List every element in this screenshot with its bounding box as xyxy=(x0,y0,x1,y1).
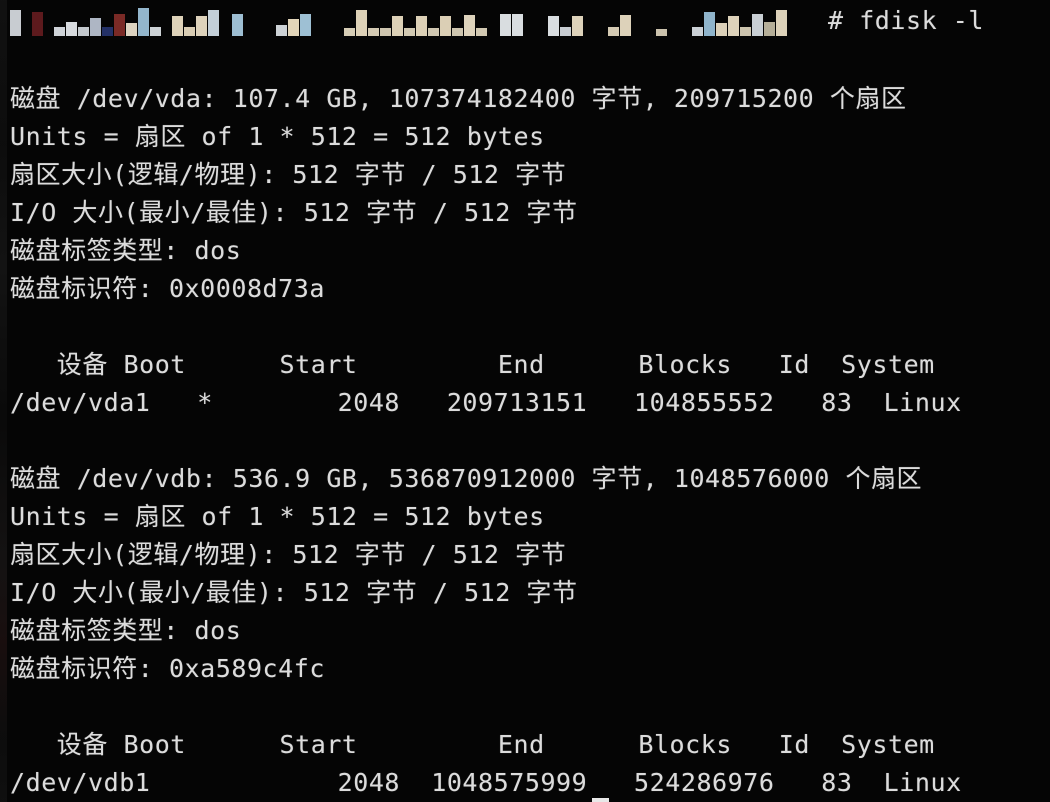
mosaic-block xyxy=(620,15,631,36)
terminal-line: 磁盘标签类型: dos xyxy=(10,616,242,645)
mosaic-block xyxy=(776,10,787,36)
mosaic-block xyxy=(114,14,125,36)
mosaic-block xyxy=(138,8,149,36)
mosaic-block xyxy=(196,16,207,36)
mosaic-block xyxy=(54,27,65,36)
mosaic-block xyxy=(452,28,463,36)
terminal-line: 扇区大小(逻辑/物理): 512 字节 / 512 字节 xyxy=(10,160,567,189)
mosaic-block xyxy=(656,29,667,36)
terminal-line: Units = 扇区 of 1 * 512 = 512 bytes xyxy=(10,502,545,531)
mosaic-block xyxy=(78,27,89,36)
mosaic-block xyxy=(10,10,21,36)
terminal-line: Units = 扇区 of 1 * 512 = 512 bytes xyxy=(10,122,545,151)
mosaic-block xyxy=(32,12,43,36)
mosaic-block xyxy=(416,16,427,36)
mosaic-block xyxy=(184,27,195,36)
mosaic-block xyxy=(608,27,619,36)
mosaic-block xyxy=(90,18,101,36)
mosaic-block xyxy=(66,22,77,36)
mosaic-block xyxy=(512,14,523,36)
terminal-line: /dev/vda1 * 2048 209713151 104855552 83 … xyxy=(10,388,962,417)
mosaic-block xyxy=(232,14,243,36)
mosaic-block xyxy=(102,27,113,36)
mosaic-block xyxy=(356,10,367,36)
terminal-line: I/O 大小(最小/最佳): 512 字节 / 512 字节 xyxy=(10,578,578,607)
terminal-line: /dev/vdb1 2048 1048575999 524286976 83 L… xyxy=(10,768,962,797)
mosaic-block xyxy=(740,27,751,36)
mosaic-block xyxy=(276,25,287,36)
mosaic-block xyxy=(692,27,703,36)
mosaic-block xyxy=(704,12,715,36)
prompt-line: # fdisk -l xyxy=(10,6,984,36)
terminal-line: 设备 Boot Start End Blocks Id System xyxy=(10,350,935,379)
mosaic-block xyxy=(288,19,299,36)
terminal-line: 扇区大小(逻辑/物理): 512 字节 / 512 字节 xyxy=(10,540,567,569)
mosaic-block xyxy=(548,16,559,36)
mosaic-block xyxy=(344,28,355,36)
prompt-command-text: # fdisk -l xyxy=(828,6,985,35)
mosaic-block xyxy=(172,16,183,36)
mosaic-block xyxy=(440,16,451,36)
window-left-edge-sliver xyxy=(0,0,7,802)
mosaic-block xyxy=(572,16,583,36)
mosaic-block xyxy=(476,28,487,36)
mosaic-block xyxy=(404,28,415,36)
redacted-prompt-mosaic xyxy=(10,6,828,36)
terminal-line: 磁盘标识符: 0x0008d73a xyxy=(10,274,325,303)
mosaic-block xyxy=(464,15,475,36)
mosaic-block xyxy=(126,23,137,36)
terminal-line: 设备 Boot Start End Blocks Id System xyxy=(10,730,935,759)
text-cursor xyxy=(592,798,609,802)
mosaic-block xyxy=(368,28,379,36)
mosaic-block xyxy=(380,28,391,36)
mosaic-block xyxy=(752,14,763,36)
terminal-line: I/O 大小(最小/最佳): 512 字节 / 512 字节 xyxy=(10,198,578,227)
mosaic-block xyxy=(716,23,727,36)
terminal-window[interactable]: # fdisk -l 磁盘 /dev/vda: 107.4 GB, 107374… xyxy=(0,0,1050,802)
terminal-line: 磁盘标签类型: dos xyxy=(10,236,242,265)
mosaic-block xyxy=(208,10,219,36)
mosaic-block xyxy=(150,27,161,36)
mosaic-block xyxy=(764,22,775,36)
mosaic-block xyxy=(500,14,511,36)
terminal-line: 磁盘标识符: 0xa589c4fc xyxy=(10,654,325,683)
mosaic-block xyxy=(392,16,403,36)
mosaic-block xyxy=(428,28,439,36)
terminal-line: 磁盘 /dev/vdb: 536.9 GB, 536870912000 字节, … xyxy=(10,464,923,493)
mosaic-block xyxy=(300,14,311,36)
mosaic-block xyxy=(728,16,739,36)
mosaic-block xyxy=(560,27,571,36)
terminal-line: 磁盘 /dev/vda: 107.4 GB, 107374182400 字节, … xyxy=(10,84,907,113)
terminal-screen[interactable]: # fdisk -l 磁盘 /dev/vda: 107.4 GB, 107374… xyxy=(0,0,1050,802)
